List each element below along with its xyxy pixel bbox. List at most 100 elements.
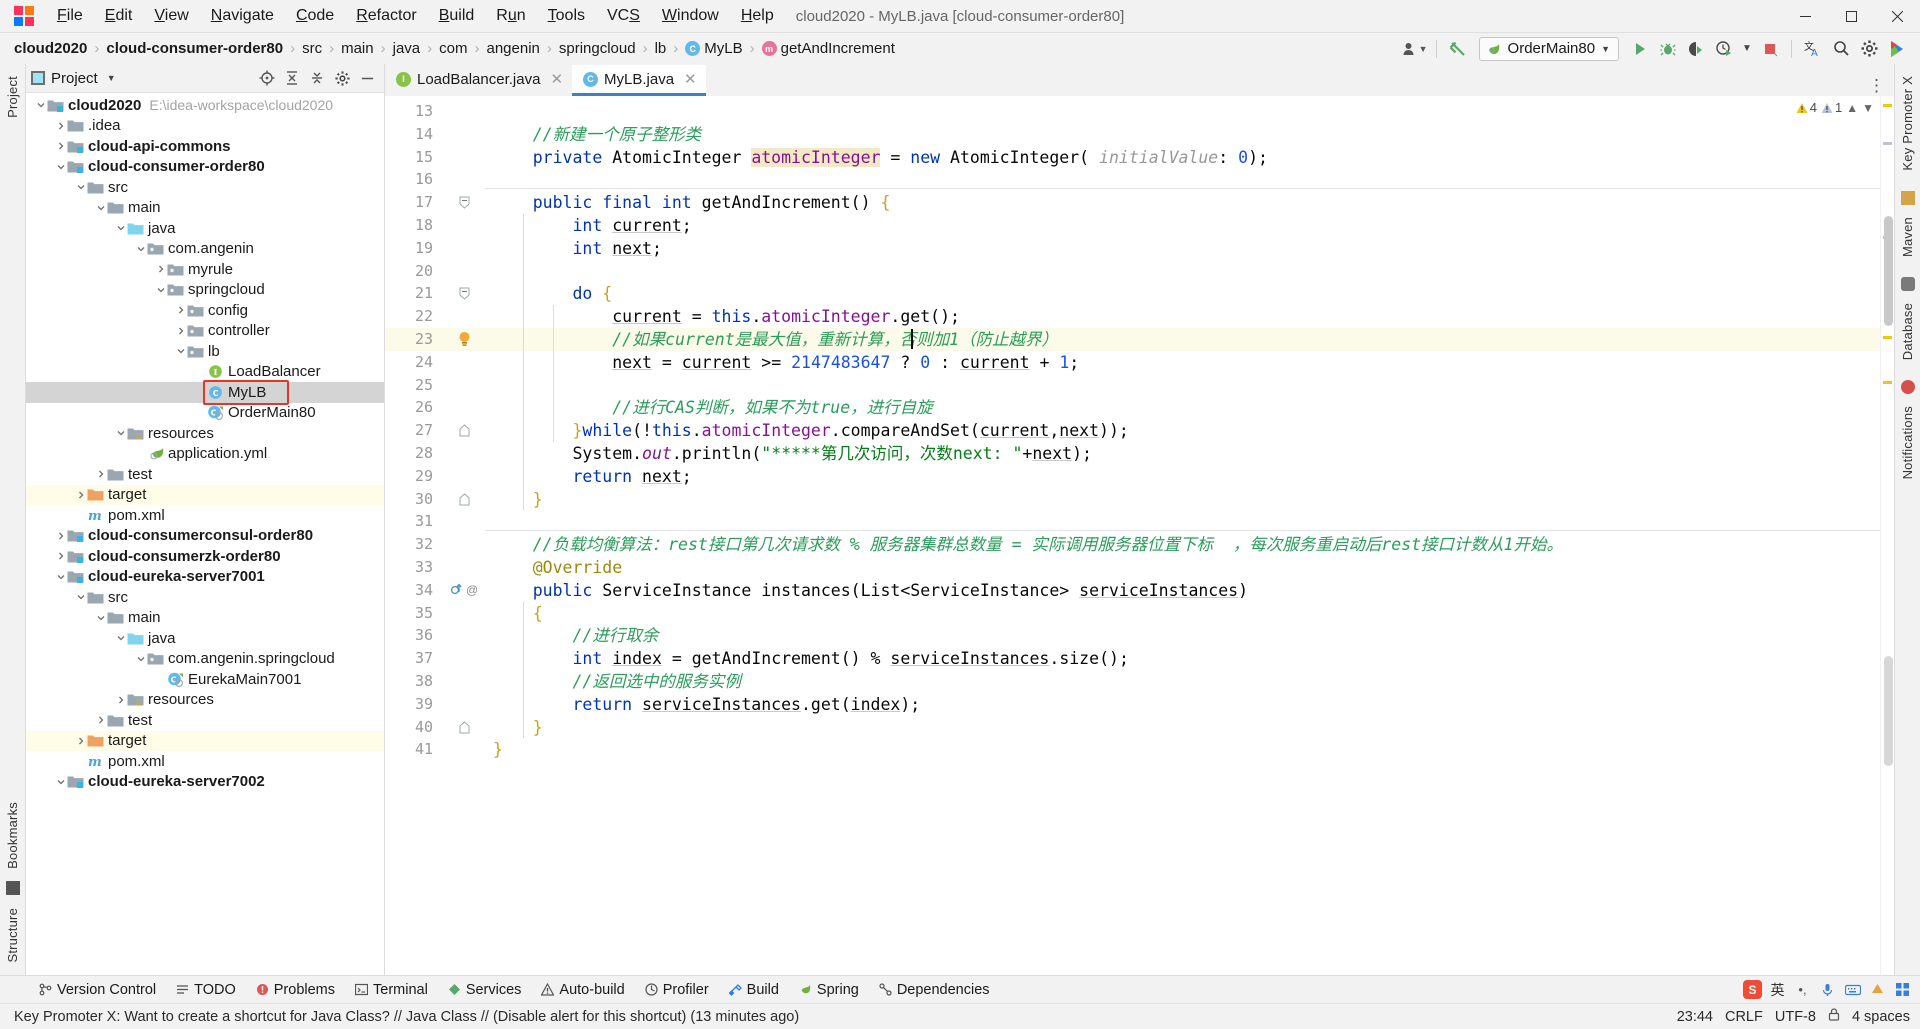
breadcrumb-item-7[interactable]: springcloud <box>559 40 636 57</box>
tree-node-java[interactable]: java <box>26 628 384 649</box>
bottom-tab-problems[interactable]: Problems <box>247 979 344 1001</box>
tree-node-lb[interactable]: lb <box>26 341 384 362</box>
line-number[interactable]: 32 <box>403 535 433 553</box>
tree-node-application-yml[interactable]: application.yml <box>26 444 384 465</box>
line-number[interactable]: 13 <box>403 102 433 120</box>
tree-node-eurekamain7001[interactable]: C EurekaMain7001 <box>26 669 384 690</box>
code-line[interactable]: } <box>493 488 543 511</box>
intention-bulb-icon[interactable] <box>458 331 471 352</box>
keyboard-icon[interactable] <box>1843 980 1862 999</box>
ide-help-icon[interactable] <box>1884 36 1910 62</box>
tree-node-target[interactable]: target <box>26 484 384 505</box>
implementing-method-gutter-icon[interactable]: @ <box>451 583 478 597</box>
tree-node-target[interactable]: target <box>26 730 384 751</box>
expand-all-icon[interactable] <box>280 66 304 90</box>
line-number[interactable]: 30 <box>403 490 433 508</box>
line-number[interactable]: 19 <box>403 239 433 257</box>
tree-node-pom-xml[interactable]: m pom.xml <box>26 505 384 526</box>
line-number[interactable]: 17 <box>403 193 433 211</box>
punctuation-icon[interactable]: •, <box>1793 980 1812 999</box>
chevron-down-icon[interactable] <box>54 160 67 173</box>
bottom-tab-version-control[interactable]: Version Control <box>30 979 165 1001</box>
warning-count[interactable]: 4 <box>1796 100 1817 115</box>
mic-icon[interactable] <box>1818 980 1837 999</box>
vertical-scrollbar-thumb-2[interactable] <box>1884 656 1893 766</box>
breadcrumb-item-8[interactable]: lb <box>655 40 667 57</box>
tree-node-cloud-eureka-server7002[interactable]: cloud-eureka-server7002 <box>26 772 384 793</box>
error-marker-strip[interactable] <box>1880 96 1894 975</box>
code-line[interactable]: //如果current是最大值，重新计算，否则加1（防止越界） <box>493 328 1058 351</box>
line-number[interactable]: 41 <box>403 740 433 758</box>
chevron-down-icon[interactable] <box>74 591 87 604</box>
chevron-down-icon[interactable] <box>114 427 127 440</box>
line-number[interactable]: 37 <box>403 649 433 667</box>
line-number[interactable]: 27 <box>403 421 433 439</box>
fold-close-icon[interactable] <box>459 720 470 739</box>
chevron-right-icon[interactable] <box>54 550 67 563</box>
editor-gutter[interactable]: 13 14 15 16 17 18 19 20 21 22 23 24 25 26 27 28 29 30 31 32… <box>385 96 485 975</box>
tree-node-com-angenin-springcloud[interactable]: com.angenin.springcloud <box>26 649 384 670</box>
tree-node-resources[interactable]: resources <box>26 423 384 444</box>
tree-node-test[interactable]: test <box>26 464 384 485</box>
marker-warning[interactable] <box>1883 104 1892 107</box>
code-line[interactable]: current = this.atomicInteger.get(); <box>493 305 960 328</box>
chevron-right-icon[interactable] <box>154 263 167 276</box>
emoji-icon[interactable] <box>1868 980 1887 999</box>
hide-panel-icon[interactable] <box>355 66 379 90</box>
line-number[interactable]: 38 <box>403 672 433 690</box>
menu-view[interactable]: View <box>143 4 199 28</box>
line-number[interactable]: 24 <box>403 353 433 371</box>
chevron-down-icon[interactable] <box>94 201 107 214</box>
fold-close-icon[interactable] <box>459 492 470 511</box>
chevron-right-icon[interactable] <box>54 140 67 153</box>
code-line[interactable]: System.out.println("*****第几次访问，次数next: "… <box>493 442 1091 465</box>
bottom-tab-profiler[interactable]: Profiler <box>636 979 718 1001</box>
tree-node-cloud2020[interactable]: cloud2020 E:\idea-workspace\cloud2020 <box>26 95 384 116</box>
line-number[interactable]: 21 <box>403 284 433 302</box>
chevron-down-icon[interactable] <box>54 570 67 583</box>
settings-icon[interactable] <box>330 66 354 90</box>
chevron-down-icon[interactable] <box>94 611 107 624</box>
project-tree[interactable]: cloud2020 E:\idea-workspace\cloud2020 .ide… <box>26 93 384 975</box>
code-line[interactable]: //返回选中的服务实例 <box>493 670 740 693</box>
line-number[interactable]: 33 <box>403 558 433 576</box>
tree-node-config[interactable]: config <box>26 300 384 321</box>
chevron-right-icon[interactable] <box>94 714 107 727</box>
rail-button-project[interactable]: Project <box>5 70 20 124</box>
menu-navigate[interactable]: Navigate <box>200 4 285 28</box>
breadcrumb-item-10[interactable]: m getAndIncrement <box>761 40 895 57</box>
rail-button-structure[interactable]: Structure <box>5 902 20 969</box>
menu-vcs[interactable]: VCS <box>596 4 651 28</box>
menu-code[interactable]: Code <box>285 4 345 28</box>
breadcrumb-item-4[interactable]: java <box>393 40 421 57</box>
menu-file[interactable]: File <box>46 4 94 28</box>
chevron-down-icon[interactable] <box>34 99 47 112</box>
tree-node-loadbalancer[interactable]: I LoadBalancer <box>26 362 384 383</box>
chevron-right-icon[interactable] <box>74 488 87 501</box>
run-button[interactable] <box>1627 36 1653 62</box>
breadcrumb-item-2[interactable]: src <box>302 40 322 57</box>
breadcrumb-item-1[interactable]: cloud-consumer-order80 <box>106 40 283 57</box>
tree-node-cloud-api-commons[interactable]: cloud-api-commons <box>26 136 384 157</box>
profile-button[interactable] <box>1711 36 1737 62</box>
bottom-tab-auto-build[interactable]: Auto-build <box>532 979 633 1001</box>
tree-node-java[interactable]: java <box>26 218 384 239</box>
close-icon[interactable]: ✕ <box>684 70 697 88</box>
menu-run[interactable]: Run <box>485 4 536 28</box>
chevron-down-icon[interactable] <box>54 775 67 788</box>
line-number[interactable]: 18 <box>403 216 433 234</box>
rail-button-maven[interactable]: Maven <box>1900 211 1915 263</box>
grid-icon[interactable] <box>1893 980 1912 999</box>
code-line[interactable]: } <box>493 738 503 761</box>
code-line[interactable]: }while(!this.atomicInteger.compareAndSet… <box>493 419 1128 442</box>
code-line[interactable]: //新建一个原子整形类 <box>493 123 701 146</box>
menu-refactor[interactable]: Refactor <box>345 4 427 28</box>
tree-node-springcloud[interactable]: springcloud <box>26 280 384 301</box>
encoding-indicator[interactable]: UTF-8 <box>1775 1009 1816 1025</box>
close-icon[interactable]: ✕ <box>550 70 563 88</box>
user-icon[interactable]: ▼ <box>1402 36 1428 62</box>
chevron-down-icon[interactable]: ▼ <box>107 73 116 83</box>
code-line[interactable]: private AtomicInteger atomicInteger = ne… <box>493 146 1268 169</box>
indent-indicator[interactable]: 4 spaces <box>1852 1009 1910 1025</box>
chevron-down-icon[interactable] <box>154 283 167 296</box>
